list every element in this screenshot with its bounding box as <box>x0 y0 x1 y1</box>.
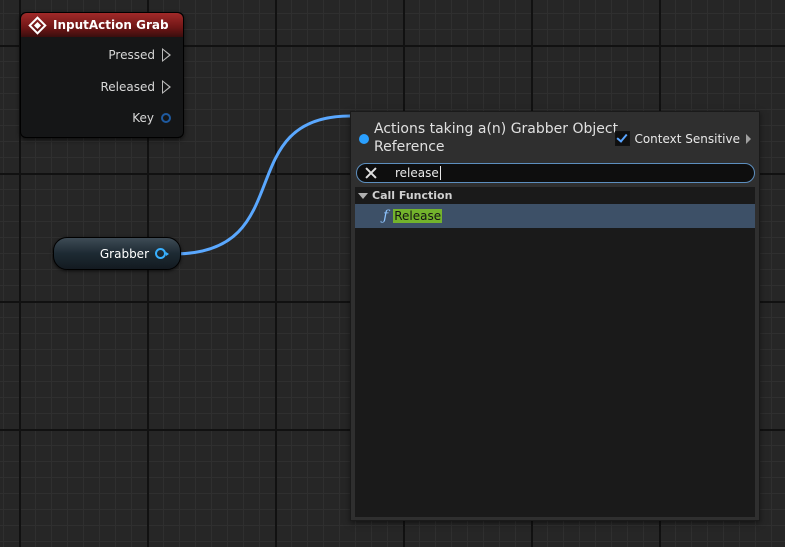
grabber-variable-node[interactable]: Grabber <box>53 237 181 270</box>
key-pin[interactable]: Key <box>132 111 171 125</box>
context-sensitive-label: Context Sensitive <box>634 131 740 146</box>
action-results-list: Call Function ƒ Release <box>355 187 755 517</box>
function-icon: ƒ <box>383 208 389 224</box>
checkbox-checked-icon[interactable] <box>615 131 631 146</box>
input-action-node[interactable]: InputAction Grab Pressed Released Key <box>20 12 184 138</box>
clear-search-icon[interactable] <box>364 166 378 180</box>
node-title: InputAction Grab <box>53 18 169 32</box>
blueprint-graph[interactable]: InputAction Grab Pressed Released Key Gr… <box>0 0 785 547</box>
data-pin-icon[interactable] <box>161 113 171 123</box>
chevron-right-icon[interactable] <box>746 133 751 144</box>
pressed-pin-label: Pressed <box>108 48 155 62</box>
key-pin-label: Key <box>132 111 154 125</box>
action-menu: Actions taking a(n) Grabber Object Refer… <box>350 111 760 521</box>
event-diamond-icon <box>28 15 47 35</box>
exec-pin-icon[interactable] <box>162 80 171 94</box>
action-menu-title: Actions taking a(n) Grabber Object Refer… <box>374 121 619 155</box>
search-input[interactable]: release <box>356 163 755 183</box>
released-pin[interactable]: Released <box>100 80 171 94</box>
category-call-function[interactable]: Call Function <box>355 187 755 204</box>
exec-pin-icon[interactable] <box>162 48 171 62</box>
pressed-pin[interactable]: Pressed <box>108 48 171 62</box>
node-header[interactable]: InputAction Grab <box>21 13 183 37</box>
object-pin-icon[interactable] <box>155 248 169 259</box>
chevron-down-icon[interactable] <box>358 192 368 199</box>
released-pin-label: Released <box>100 80 155 94</box>
variable-label: Grabber <box>99 246 149 261</box>
search-value: release <box>395 166 439 180</box>
text-caret <box>439 166 441 180</box>
action-menu-header: Actions taking a(n) Grabber Object Refer… <box>351 112 759 160</box>
category-label: Call Function <box>372 189 453 202</box>
context-sensitive-toggle[interactable]: Context Sensitive <box>615 131 751 146</box>
action-item-label: Release <box>393 209 443 223</box>
object-type-dot-icon <box>359 134 369 144</box>
action-item-release[interactable]: ƒ Release <box>355 204 755 228</box>
